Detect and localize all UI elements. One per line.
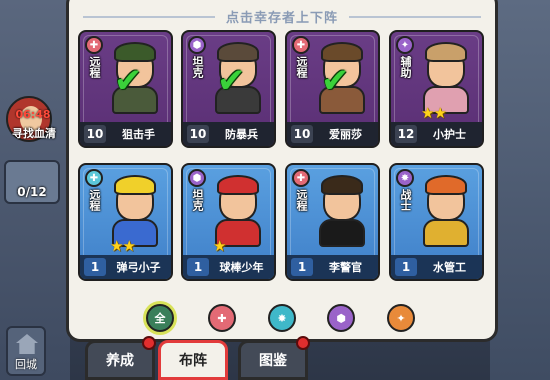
- level-badge: 10: [291, 125, 313, 143]
- survivor-card[interactable]: ✚ 远程 ✔ 10 狙击手: [78, 30, 173, 148]
- survivor-count: 0/12: [17, 185, 47, 199]
- card-footer: 10 防暴兵: [183, 122, 274, 146]
- character-portrait: [207, 173, 269, 247]
- role-label: 战士: [399, 189, 412, 211]
- tank-icon: ⬢: [188, 169, 206, 187]
- survivor-name: 李警官: [329, 261, 362, 274]
- ranged-icon: ✚: [292, 36, 310, 54]
- support-filter-icon[interactable]: ✦: [387, 304, 415, 332]
- survivor-card[interactable]: ✚ 远程 ★★ 1 弹弓小子: [78, 163, 173, 281]
- survivor-name: 小护士: [433, 128, 466, 141]
- level-badge: 12: [395, 125, 417, 143]
- star-rating-icon: ★: [213, 237, 226, 255]
- level-badge: 10: [84, 125, 106, 143]
- character-hair: [321, 42, 363, 62]
- character-hair: [425, 175, 467, 195]
- right-scene-strip: [490, 0, 550, 380]
- survivor-card[interactable]: ✚ 远程 ✔ 10 爱丽莎: [285, 30, 380, 148]
- house-icon: [16, 334, 38, 354]
- role-label: 辅助: [399, 56, 412, 78]
- support-icon: ✦: [396, 36, 414, 54]
- star-rating-icon: ★★: [421, 104, 447, 122]
- survivor-name: 防暴兵: [225, 128, 258, 141]
- card-footer: 1 球棒少年: [183, 255, 274, 279]
- character-hair: [217, 175, 259, 195]
- fighter-filter-icon[interactable]: ✸: [268, 304, 296, 332]
- home-label: 回城: [15, 358, 37, 371]
- all-icon[interactable]: 全: [146, 304, 174, 332]
- character-hair: [114, 42, 156, 62]
- tank-filter-icon[interactable]: ⬢: [327, 304, 355, 332]
- survivor-name: 弹弓小子: [116, 261, 161, 274]
- card-footer: 1 李警官: [287, 255, 378, 279]
- character-portrait: [415, 40, 477, 114]
- level-badge: 1: [84, 258, 106, 276]
- survivor-card[interactable]: ⬢ 坦克 ★ 1 球棒少年: [181, 163, 276, 281]
- survivor-card[interactable]: ✦ 辅助 ★★ 12 小护士: [389, 30, 484, 148]
- character-hair: [114, 175, 156, 195]
- notification-dot-icon: [296, 336, 310, 350]
- role-label: 远程: [88, 189, 101, 211]
- character-hair: [425, 42, 467, 62]
- tab-formation[interactable]: 布阵: [158, 340, 228, 380]
- survivor-name: 球棒少年: [219, 261, 264, 274]
- survivor-name: 爱丽莎: [329, 128, 362, 141]
- character-hair: [217, 42, 259, 62]
- tank-icon: ⬢: [188, 36, 206, 54]
- level-badge: 1: [291, 258, 313, 276]
- level-badge: 1: [187, 258, 209, 276]
- role-label: 坦克: [191, 56, 204, 78]
- survivor-name: 狙击手: [122, 128, 155, 141]
- character-portrait: [104, 173, 166, 247]
- deployed-check-icon: ✔: [114, 61, 143, 101]
- role-label: 远程: [88, 56, 101, 78]
- deployed-check-icon: ✔: [321, 61, 350, 101]
- ranged-filter-icon[interactable]: ✚: [208, 304, 236, 332]
- character-hair: [321, 175, 363, 195]
- role-label: 坦克: [191, 189, 204, 211]
- fighter-icon: ✸: [396, 169, 414, 187]
- card-footer: 10 爱丽莎: [287, 122, 378, 146]
- level-badge: 1: [395, 258, 417, 276]
- character-portrait: [415, 173, 477, 247]
- ranged-icon: ✚: [85, 169, 103, 187]
- home-button[interactable]: 回城: [6, 326, 46, 376]
- survivor-card[interactable]: ⬢ 坦克 ✔ 10 防暴兵: [181, 30, 276, 148]
- survivor-card[interactable]: ✚ 远程 1 李警官: [285, 163, 380, 281]
- event-label: 寻找血清: [12, 127, 56, 140]
- deployed-check-icon: ✔: [217, 61, 246, 101]
- card-footer: 10 狙击手: [80, 122, 171, 146]
- survivor-name: 水管工: [433, 261, 466, 274]
- role-label: 远程: [295, 189, 308, 211]
- role-label: 远程: [295, 56, 308, 78]
- card-footer: 1 弹弓小子: [80, 255, 171, 279]
- star-rating-icon: ★★: [110, 237, 136, 255]
- card-footer: 1 水管工: [391, 255, 482, 279]
- character-portrait: [311, 173, 373, 247]
- survivor-card[interactable]: ✸ 战士 1 水管工: [389, 163, 484, 281]
- title-divider-right: [349, 16, 481, 18]
- notification-dot-icon: [142, 336, 156, 350]
- level-badge: 10: [187, 125, 209, 143]
- card-footer: 12 小护士: [391, 122, 482, 146]
- ranged-icon: ✚: [85, 36, 103, 54]
- character-body: [319, 219, 365, 247]
- character-body: [423, 219, 469, 247]
- ranged-icon: ✚: [292, 169, 310, 187]
